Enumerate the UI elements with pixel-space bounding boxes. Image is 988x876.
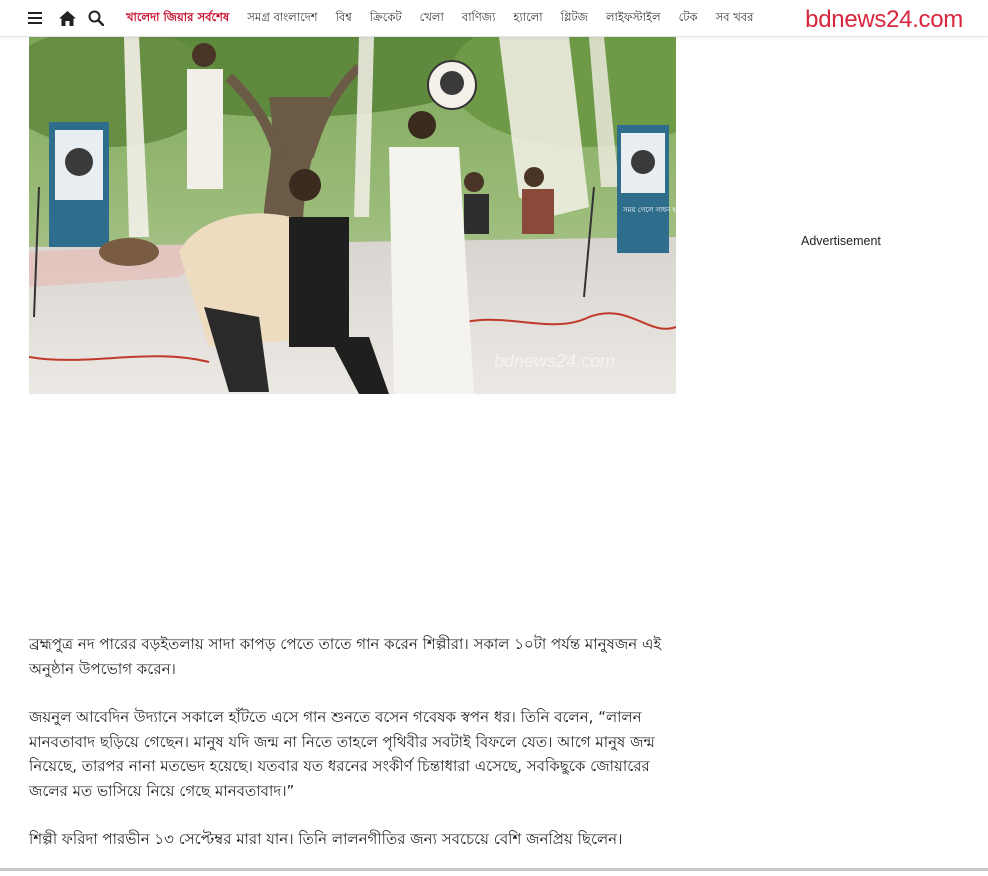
nav-link-samagra-bangladesh[interactable]: সমগ্র বাংলাদেশ (247, 9, 317, 28)
nav-link-bishwa[interactable]: বিশ্ব (336, 9, 352, 28)
nav-link-lifestyle[interactable]: লাইফস্টাইল (606, 9, 661, 28)
site-logo[interactable]: bdnews24.com (805, 6, 963, 34)
nav-link-khaleda-zia-latest[interactable]: খালেদা জিয়ার সর্বশেষ (126, 9, 229, 28)
article-body: ব্রহ্মপুত্র নদ পারের বড়ইতলায় সাদা কাপড… (29, 632, 679, 876)
banner-text: সময় গেলে সাধন হবে না (622, 206, 676, 214)
nav-link-tech[interactable]: টেক (679, 9, 698, 28)
nav-link-khela[interactable]: খেলা (420, 9, 444, 28)
top-navigation-bar: খালেদা জিয়ার সর্বশেষ সমগ্র বাংলাদেশ বিশ… (0, 0, 988, 37)
photo-scene: সময় গেলে সাধন হবে না bdnews24.com (29, 37, 676, 394)
article-paragraph: ব্রহ্মপুত্র নদ পারের বড়ইতলায় সাদা কাপড… (29, 635, 662, 678)
home-icon[interactable] (56, 7, 78, 29)
nav-link-all-news[interactable]: সব খবর (716, 9, 754, 28)
article-paragraph: শিল্পী ফরিদা পারভীন ১৩ সেপ্টেম্বর মারা য… (29, 830, 623, 848)
nav-link-banijya[interactable]: বাণিজ্য (462, 9, 496, 28)
nav-links: খালেদা জিয়ার সর্বশেষ সমগ্র বাংলাদেশ বিশ… (126, 0, 772, 36)
nav-link-glitz[interactable]: গ্লিটজ (561, 9, 588, 28)
nav-link-hello[interactable]: হ্যালো (513, 9, 542, 28)
search-icon[interactable] (85, 7, 107, 29)
photo-watermark: bdnews24.com (494, 351, 615, 371)
nav-link-cricket[interactable]: ক্রিকেট (370, 9, 402, 28)
advertisement-label: Advertisement (801, 234, 881, 248)
article-photo: সময় গেলে সাধন হবে না bdnews24.com (29, 37, 676, 394)
menu-icon[interactable] (24, 7, 46, 29)
article-paragraph: জয়নুল আবেদিন উদ্যানে সকালে হাঁটতে এসে গ… (29, 708, 655, 800)
